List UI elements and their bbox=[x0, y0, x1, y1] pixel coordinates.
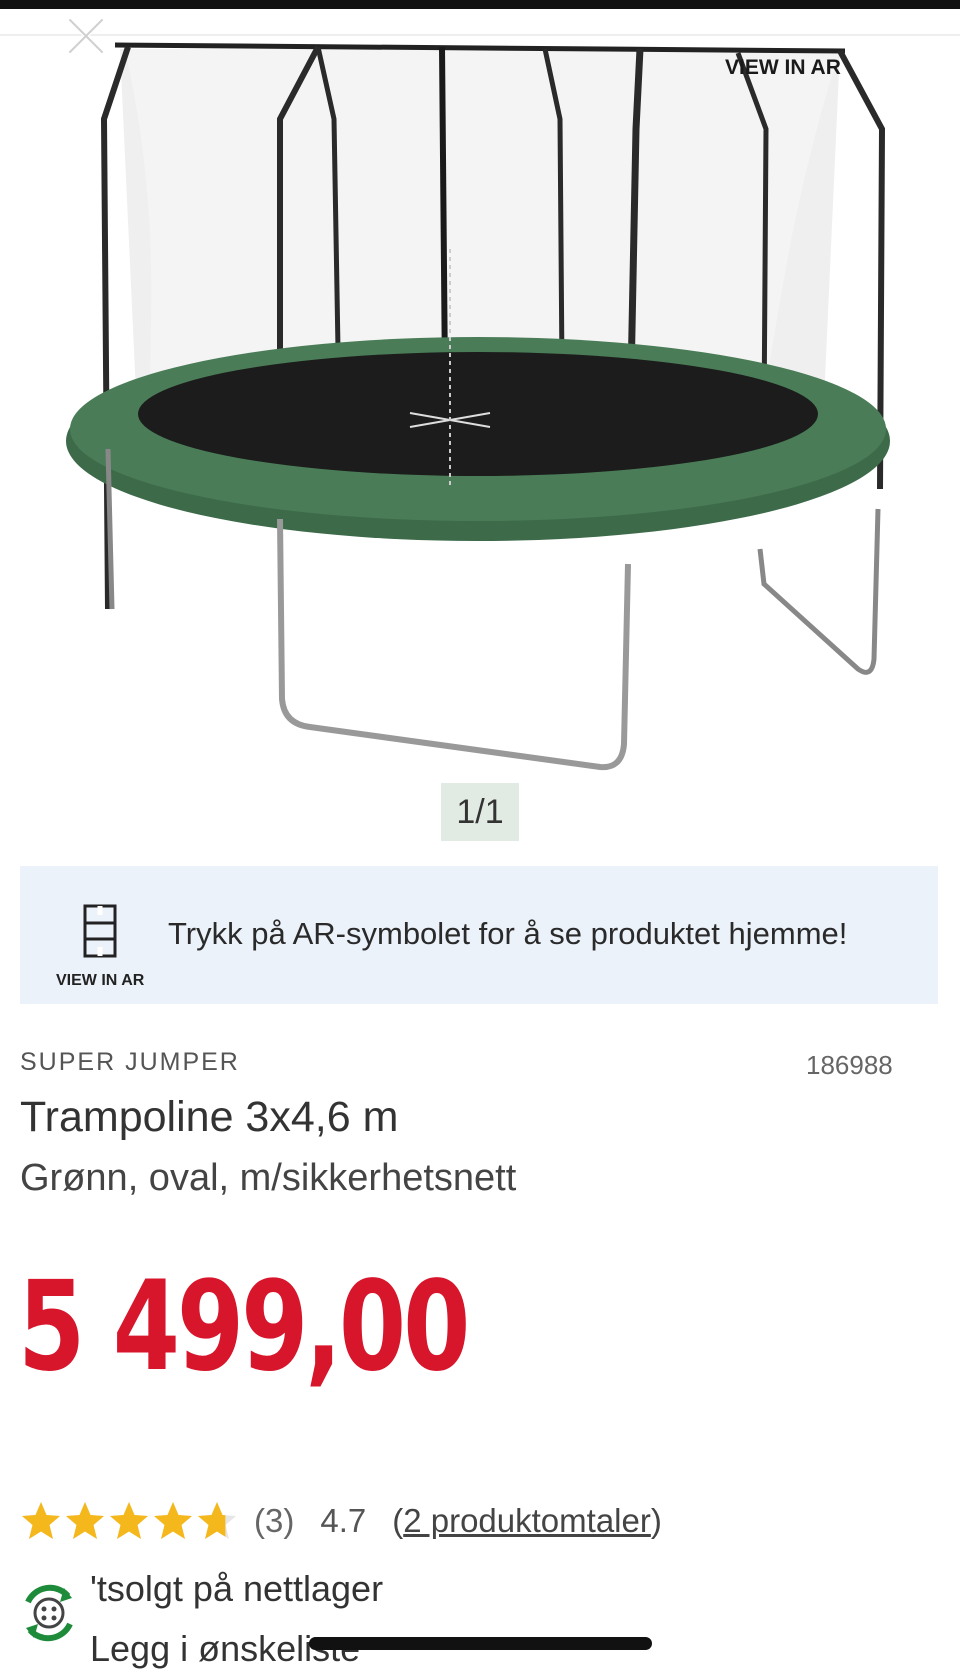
image-pager: 1/1 bbox=[441, 783, 519, 841]
stock-status: 'tsolgt på nettlager bbox=[90, 1568, 384, 1609]
product-title: Trampoline 3x4,6 m bbox=[20, 1093, 399, 1141]
star-icon bbox=[110, 1502, 148, 1539]
view-in-ar-button[interactable]: VIEW IN AR bbox=[725, 56, 841, 80]
rating-count: (3) bbox=[254, 1502, 295, 1539]
reviews-prefix: ( bbox=[392, 1502, 404, 1539]
rating-stars bbox=[20, 1500, 240, 1542]
star-icon bbox=[22, 1502, 60, 1539]
product-subtitle: Grønn, oval, m/sikkerhetsnett bbox=[20, 1157, 517, 1199]
close-icon[interactable] bbox=[62, 12, 110, 60]
reviews-suffix: ) bbox=[650, 1502, 662, 1539]
reviews-link-text[interactable]: 2 produktomtaler bbox=[403, 1502, 651, 1539]
ar-banner[interactable]: VIEW IN AR Trykk på AR-symbolet for å se… bbox=[20, 866, 938, 1004]
ar-icon-label: VIEW IN AR bbox=[56, 972, 145, 989]
product-image[interactable] bbox=[0, 9, 960, 809]
star-icon bbox=[154, 1502, 192, 1539]
star-icon bbox=[66, 1502, 104, 1539]
ar-banner-text: Trykk på AR-symbolet for å se produktet … bbox=[168, 916, 848, 951]
ar-cube-icon bbox=[83, 904, 117, 958]
product-brand: SUPER JUMPER bbox=[20, 1048, 240, 1076]
star-icon bbox=[198, 1502, 236, 1539]
rating-row: (3) 4.7 (2 produktomtaler) bbox=[20, 1496, 662, 1546]
reviews-link[interactable]: (2 produktomtaler) bbox=[392, 1502, 662, 1540]
top-divider bbox=[0, 34, 960, 36]
home-indicator bbox=[309, 1637, 652, 1650]
product-sku: 186988 bbox=[806, 1050, 893, 1080]
rating-value: 4.7 bbox=[320, 1502, 367, 1539]
trampoline-image bbox=[66, 42, 890, 771]
status-bar bbox=[0, 0, 960, 9]
product-price: 5 499,00 bbox=[18, 1255, 470, 1399]
warehouse-stock-icon bbox=[25, 1584, 73, 1642]
